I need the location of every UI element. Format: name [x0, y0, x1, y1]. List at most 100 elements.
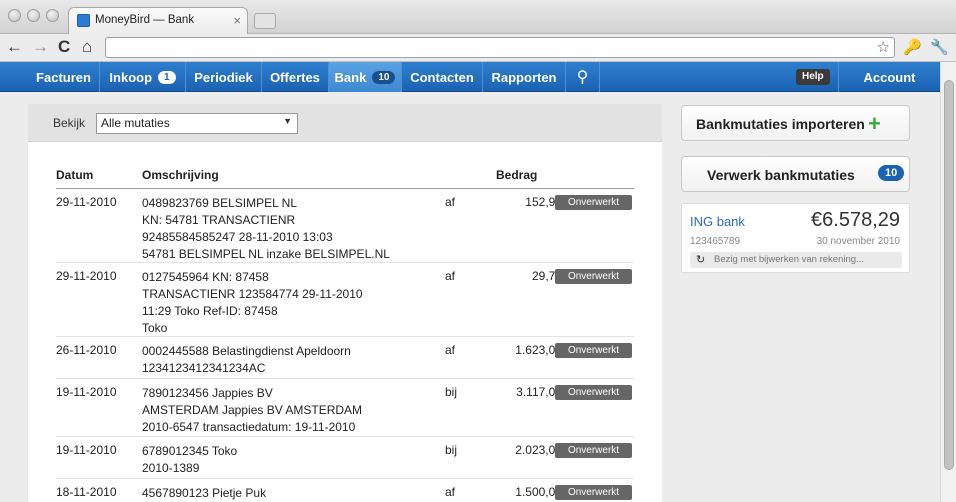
status-badge[interactable]: Onverwerkt	[555, 443, 632, 458]
row-amount: 29,74	[531, 269, 562, 283]
mutations-panel: Bekijk Alle mutaties ▼ Datum Omschrijvin…	[28, 104, 662, 502]
bank-sync-status-text: Bezig met bijwerken van rekening...	[714, 254, 864, 265]
close-tab-icon[interactable]: ×	[233, 13, 241, 28]
minimize-window-button[interactable]	[27, 9, 40, 22]
nav-label: Offertes	[270, 69, 320, 85]
nav-offertes[interactable]: Offertes	[262, 62, 329, 92]
row-date: 19-11-2010	[56, 443, 117, 457]
process-count-badge: 10	[878, 165, 905, 181]
status-badge[interactable]: Onverwerkt	[555, 343, 632, 358]
row-date: 19-11-2010	[56, 385, 117, 399]
row-direction: af	[445, 195, 456, 209]
bank-sync-status: ↻ Bezig met bijwerken van rekening...	[690, 252, 902, 268]
row-direction: af	[445, 485, 456, 499]
nav-label: Account	[863, 69, 916, 85]
row-direction: bij	[445, 385, 458, 399]
address-bar[interactable]: ☆	[105, 37, 895, 58]
row-date: 29-11-2010	[56, 269, 117, 283]
filter-bar: Bekijk Alle mutaties ▼	[28, 104, 662, 142]
header-date: Datum	[56, 168, 94, 182]
mutation-filter-select[interactable]: Alle mutaties ▼	[96, 113, 298, 134]
home-icon[interactable]: ⌂	[82, 37, 92, 57]
table-row[interactable]: 19-11-2010 6789012345 Toko 2010-1389 bij…	[56, 437, 634, 479]
filter-label: Bekijk	[53, 116, 86, 130]
nav-label: Periodiek	[194, 69, 253, 85]
forward-arrow-icon[interactable]: →	[32, 37, 49, 57]
row-amount: 1.500,00	[515, 485, 562, 499]
header-amount: Bedrag	[496, 168, 538, 182]
reload-icon[interactable]: C	[58, 37, 70, 57]
status-badge[interactable]: Onverwerkt	[555, 269, 632, 284]
back-arrow-icon[interactable]: ←	[6, 37, 23, 57]
bank-name-link[interactable]: ING bank	[690, 214, 745, 229]
nav-search-icon[interactable]: ⚲	[566, 62, 600, 92]
bank-balance-date: 30 november 2010	[816, 236, 900, 247]
row-amount: 2.023,00	[515, 443, 562, 457]
row-description: 4567890123 Pietje Puk Salaris	[142, 486, 267, 500]
row-description: 6789012345 Toko 2010-1389	[142, 444, 238, 475]
table-row[interactable]: 18-11-2010 4567890123 Pietje Puk Salaris…	[56, 479, 634, 502]
wrench-icon[interactable]: 🔧	[930, 38, 949, 56]
row-direction: bij	[445, 443, 458, 457]
bank-account-number: 123465789	[690, 236, 741, 247]
bookmark-star-icon[interactable]: ☆	[877, 38, 890, 56]
sync-icon: ↻	[696, 254, 706, 266]
row-date: 18-11-2010	[56, 485, 117, 499]
status-badge[interactable]: Onverwerkt	[555, 385, 632, 400]
row-amount: 3.117,00	[516, 385, 562, 399]
nav-label: Rapporten	[491, 69, 557, 85]
row-description: 0127545964 KN: 87458 TRANSACTIENR 123584…	[142, 270, 363, 335]
process-mutations-button[interactable]: Verwerk bankmutaties 10	[681, 156, 910, 192]
key-icon[interactable]: 🔑	[903, 38, 922, 56]
browser-toolbar: ← → C ⌂ ☆ 🔑 🔧	[0, 34, 956, 62]
row-amount: 1.623,00	[515, 343, 562, 357]
inkoop-count-badge: 1	[158, 70, 176, 84]
nav-account[interactable]: Account	[838, 62, 940, 92]
zoom-window-button[interactable]	[46, 9, 59, 22]
row-amount: 152,95	[525, 195, 562, 209]
browser-tab[interactable]: MoneyBird — Bank ×	[68, 7, 248, 35]
import-mutations-label: Bankmutaties importeren	[696, 116, 865, 132]
table-row[interactable]: 29-11-2010 0127545964 KN: 87458 TRANSACT…	[56, 263, 634, 337]
tab-title: MoneyBird — Bank	[95, 14, 195, 26]
table-row[interactable]: 26-11-2010 0002445588 Belastingdienst Ap…	[56, 337, 634, 379]
close-window-button[interactable]	[8, 9, 21, 22]
nav-rapporten[interactable]: Rapporten	[483, 62, 566, 92]
row-description: 0489823769 BELSIMPEL NL KN: 54781 TRANSA…	[142, 196, 390, 261]
dropdown-arrow-icon: ▼	[283, 116, 292, 126]
browser-titlebar: MoneyBird — Bank ×	[0, 0, 956, 35]
filter-selected-value: Alle mutaties	[101, 116, 170, 130]
nav-label: Bank	[334, 69, 367, 85]
nav-bank[interactable]: Bank 10	[329, 62, 402, 92]
page-scrollbar[interactable]	[940, 62, 956, 502]
row-description: 7890123456 Jappies BV AMSTERDAM Jappies …	[142, 386, 363, 434]
row-direction: af	[445, 269, 456, 283]
bank-account-card: ING bank €6.578,29 123465789 30 november…	[681, 203, 910, 273]
new-tab-button[interactable]	[254, 13, 276, 29]
nav-facturen[interactable]: Facturen	[28, 62, 100, 92]
scrollbar-thumb[interactable]	[944, 80, 954, 470]
help-button[interactable]: Help	[796, 69, 830, 85]
process-mutations-label: Verwerk bankmutaties	[707, 167, 855, 183]
nav-label: Contacten	[410, 69, 474, 85]
row-date: 29-11-2010	[56, 195, 117, 209]
nav-label: Inkoop	[109, 69, 153, 85]
row-direction: af	[445, 343, 456, 357]
main-area: Bekijk Alle mutaties ▼ Datum Omschrijvin…	[0, 92, 940, 502]
row-date: 26-11-2010	[56, 343, 117, 357]
app-nav: Facturen Inkoop 1 Periodiek Offertes Bank…	[0, 62, 940, 92]
nav-inkoop[interactable]: Inkoop 1	[100, 62, 186, 92]
favicon-icon	[77, 14, 90, 27]
status-badge[interactable]: Onverwerkt	[555, 485, 632, 500]
bank-count-badge: 10	[372, 70, 396, 84]
row-description: 0002445588 Belastingdienst Apeldoorn 123…	[142, 344, 351, 375]
nav-contacten[interactable]: Contacten	[402, 62, 483, 92]
import-mutations-button[interactable]: Bankmutaties importeren +	[681, 105, 910, 141]
table-row[interactable]: 29-11-2010 0489823769 BELSIMPEL NL KN: 5…	[56, 189, 634, 263]
nav-label: Facturen	[36, 69, 91, 85]
nav-periodiek[interactable]: Periodiek	[186, 62, 262, 92]
table-row[interactable]: 19-11-2010 7890123456 Jappies BV AMSTERD…	[56, 379, 634, 437]
header-description: Omschrijving	[142, 168, 219, 182]
status-badge[interactable]: Onverwerkt	[555, 195, 632, 210]
plus-icon: +	[868, 111, 881, 136]
